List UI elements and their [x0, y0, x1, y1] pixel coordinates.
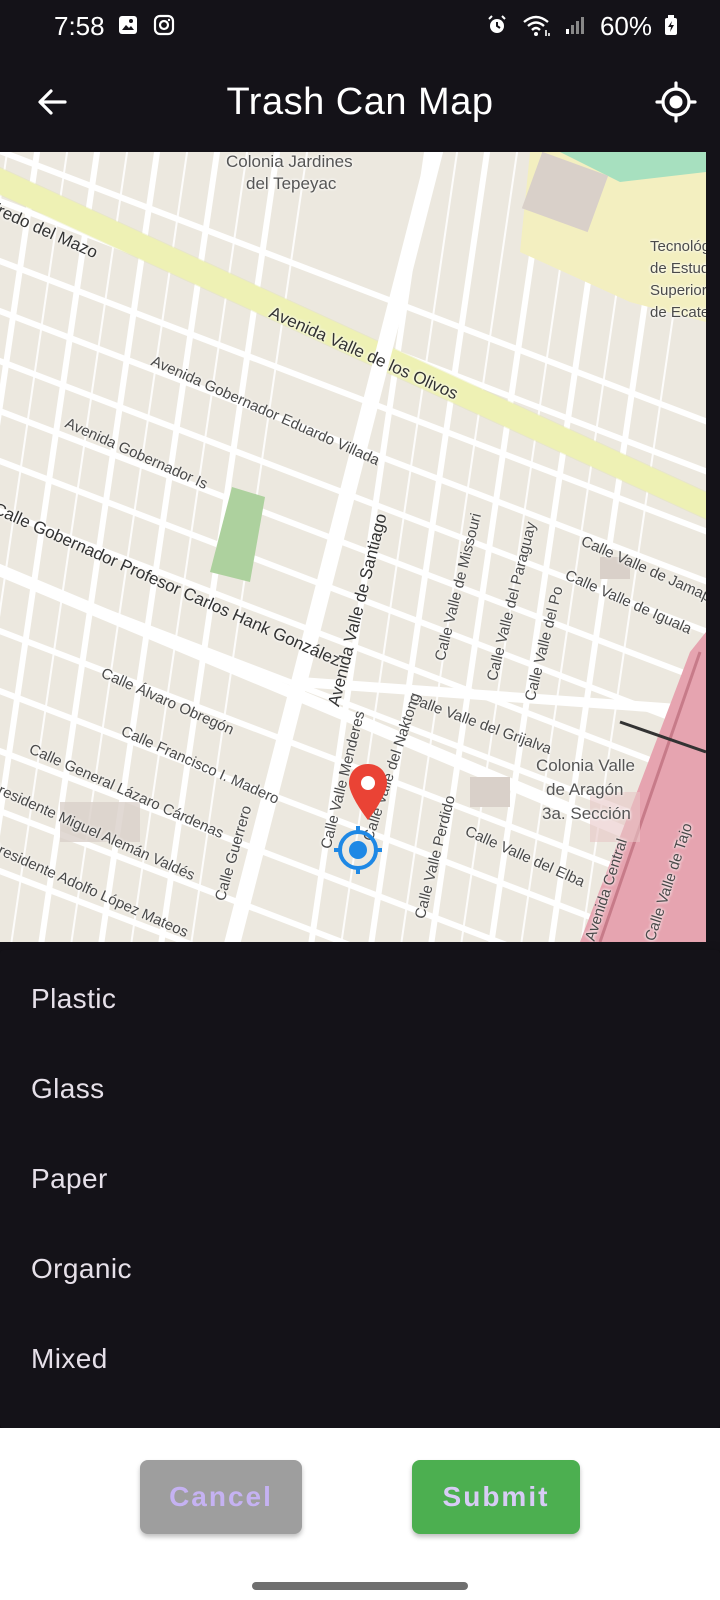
instagram-icon [153, 14, 177, 38]
status-bar: 7:58 60% [0, 0, 720, 52]
my-location-button[interactable] [652, 78, 700, 126]
menu-item-mixed[interactable]: Mixed [0, 1314, 720, 1404]
battery-icon [664, 14, 680, 38]
arrow-back-icon [38, 89, 67, 115]
alarm-icon [486, 14, 510, 38]
app-bar: Trash Can Map [0, 52, 720, 152]
gallery-icon [117, 14, 141, 38]
map-label: de Aragón [546, 780, 624, 799]
cancel-button[interactable]: Cancel [140, 1460, 302, 1534]
status-time: 7:58 [54, 10, 105, 41]
map-label: 3a. Sección [542, 804, 631, 823]
trash-type-menu: Plastic Glass Paper Organic Mixed [0, 950, 720, 1428]
page-title: Trash Can Map [226, 80, 494, 123]
menu-item-glass[interactable]: Glass [0, 1044, 720, 1134]
current-location-icon [334, 826, 382, 874]
signal-icon [564, 14, 588, 38]
map-label: de Ecatepec [650, 304, 706, 321]
map-label: Colonia Valle [536, 756, 635, 775]
wifi-icon [522, 14, 552, 38]
menu-item-paper[interactable]: Paper [0, 1134, 720, 1224]
location-pin-icon[interactable] [346, 762, 390, 822]
map-label: del Tepeyac [246, 174, 337, 193]
map-label: Colonia Jardines [226, 152, 353, 171]
map-label: Tecnológico [650, 238, 706, 255]
map-label: Superiores [650, 282, 706, 299]
navigation-bar [0, 1572, 720, 1600]
status-left: 7:58 [54, 11, 177, 42]
menu-item-organic[interactable]: Organic [0, 1224, 720, 1314]
map-label: de Estudios [650, 260, 706, 277]
menu-item-plastic[interactable]: Plastic [0, 954, 720, 1044]
my-location-icon [655, 81, 697, 123]
map-view[interactable]: Alfredo del Mazo Colonia Jardines del Te… [0, 152, 706, 942]
submit-button[interactable]: Submit [412, 1460, 580, 1534]
battery-percent: 60% [599, 10, 652, 41]
status-right: 60% [486, 11, 680, 42]
action-bar: Cancel Submit [0, 1428, 720, 1572]
home-gesture-handle[interactable] [252, 1582, 468, 1590]
back-button[interactable] [28, 78, 76, 126]
screen: 7:58 60% Trash Can Map Alfredo del Mazo … [0, 0, 720, 1600]
